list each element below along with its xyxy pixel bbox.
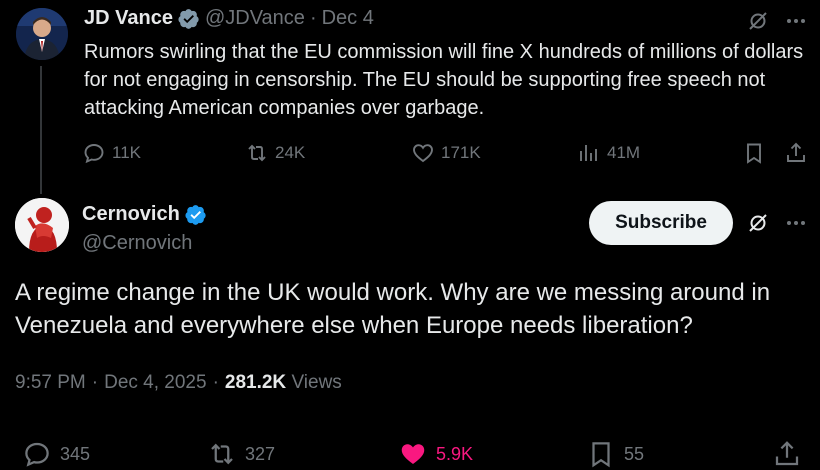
meta-separator: · <box>91 372 99 393</box>
main-reply-count: 345 <box>60 443 91 464</box>
main-repost-count: 327 <box>245 443 276 464</box>
parent-author-name[interactable]: JD Vance <box>84 7 173 30</box>
main-bookmark-count: 55 <box>624 443 645 464</box>
parent-repost-count: 24K <box>275 143 306 162</box>
share-icon <box>775 441 799 466</box>
bookmark-icon <box>592 442 610 468</box>
views-icon <box>580 145 597 161</box>
meta-separator-views: · <box>212 372 219 393</box>
parent-reply-button[interactable]: 11K <box>82 141 141 165</box>
tweet-time[interactable]: 9:57 PM <box>15 372 86 394</box>
grok-icon[interactable] <box>746 211 770 235</box>
grok-icon[interactable] <box>746 9 770 33</box>
parent-like-button[interactable]: 171K <box>411 141 481 165</box>
verified-badge-icon <box>185 204 206 225</box>
parent-reply-count: 11K <box>112 143 141 162</box>
main-author-name[interactable]: Cernovich <box>82 203 180 226</box>
like-icon <box>413 144 433 163</box>
parent-bookmark-button[interactable] <box>742 141 766 165</box>
views-label: Views <box>291 372 342 393</box>
parent-header: JD Vance @JDVance · Dec 4 <box>84 7 374 30</box>
parent-views-count: 41M <box>607 143 641 162</box>
parent-date[interactable]: Dec 4 <box>322 7 374 30</box>
views-count: 281.2K <box>224 372 287 393</box>
verified-badge-icon <box>178 8 199 29</box>
parent-repost-button[interactable]: 24K <box>245 141 305 165</box>
repost-icon <box>211 443 233 465</box>
main-tweet-text: A regime change in the UK would work. Wh… <box>15 279 771 339</box>
avatar-jd-vance[interactable] <box>16 8 68 60</box>
repost-icon <box>248 144 266 162</box>
main-like-count: 5.9K <box>436 443 474 464</box>
parent-share-button[interactable] <box>784 141 808 165</box>
share-icon <box>787 142 805 162</box>
avatar-cernovich[interactable] <box>15 198 69 252</box>
main-repost-button[interactable]: 327 <box>207 439 275 469</box>
bookmark-icon <box>747 143 761 164</box>
main-bookmark-button[interactable]: 55 <box>586 439 644 469</box>
parent-like-count: 171K <box>441 143 481 162</box>
more-icon[interactable] <box>784 9 808 33</box>
main-like-button[interactable]: 5.9K <box>398 439 473 469</box>
thread-connector-line <box>40 66 42 194</box>
more-icon[interactable] <box>784 211 808 235</box>
tweet-date[interactable]: Dec 4, 2025 <box>104 372 206 394</box>
header-separator: · <box>309 7 317 29</box>
main-share-button[interactable] <box>772 439 802 469</box>
main-header: Cernovich <box>82 203 207 226</box>
main-author-handle[interactable]: @Cernovich <box>82 232 192 255</box>
like-icon <box>401 444 425 464</box>
reply-icon <box>84 144 104 164</box>
parent-views-button[interactable]: 41M <box>577 141 640 165</box>
parent-author-handle[interactable]: @JDVance <box>205 7 305 30</box>
tweet-meta: 9:57 PM · Dec 4, 2025 · 281.2K Views <box>15 372 342 394</box>
reply-icon <box>25 442 49 467</box>
main-reply-button[interactable]: 345 <box>22 439 90 469</box>
parent-tweet-text: Rumors swirling that the EU commission w… <box>84 41 804 119</box>
subscribe-button[interactable]: Subscribe <box>589 201 733 245</box>
